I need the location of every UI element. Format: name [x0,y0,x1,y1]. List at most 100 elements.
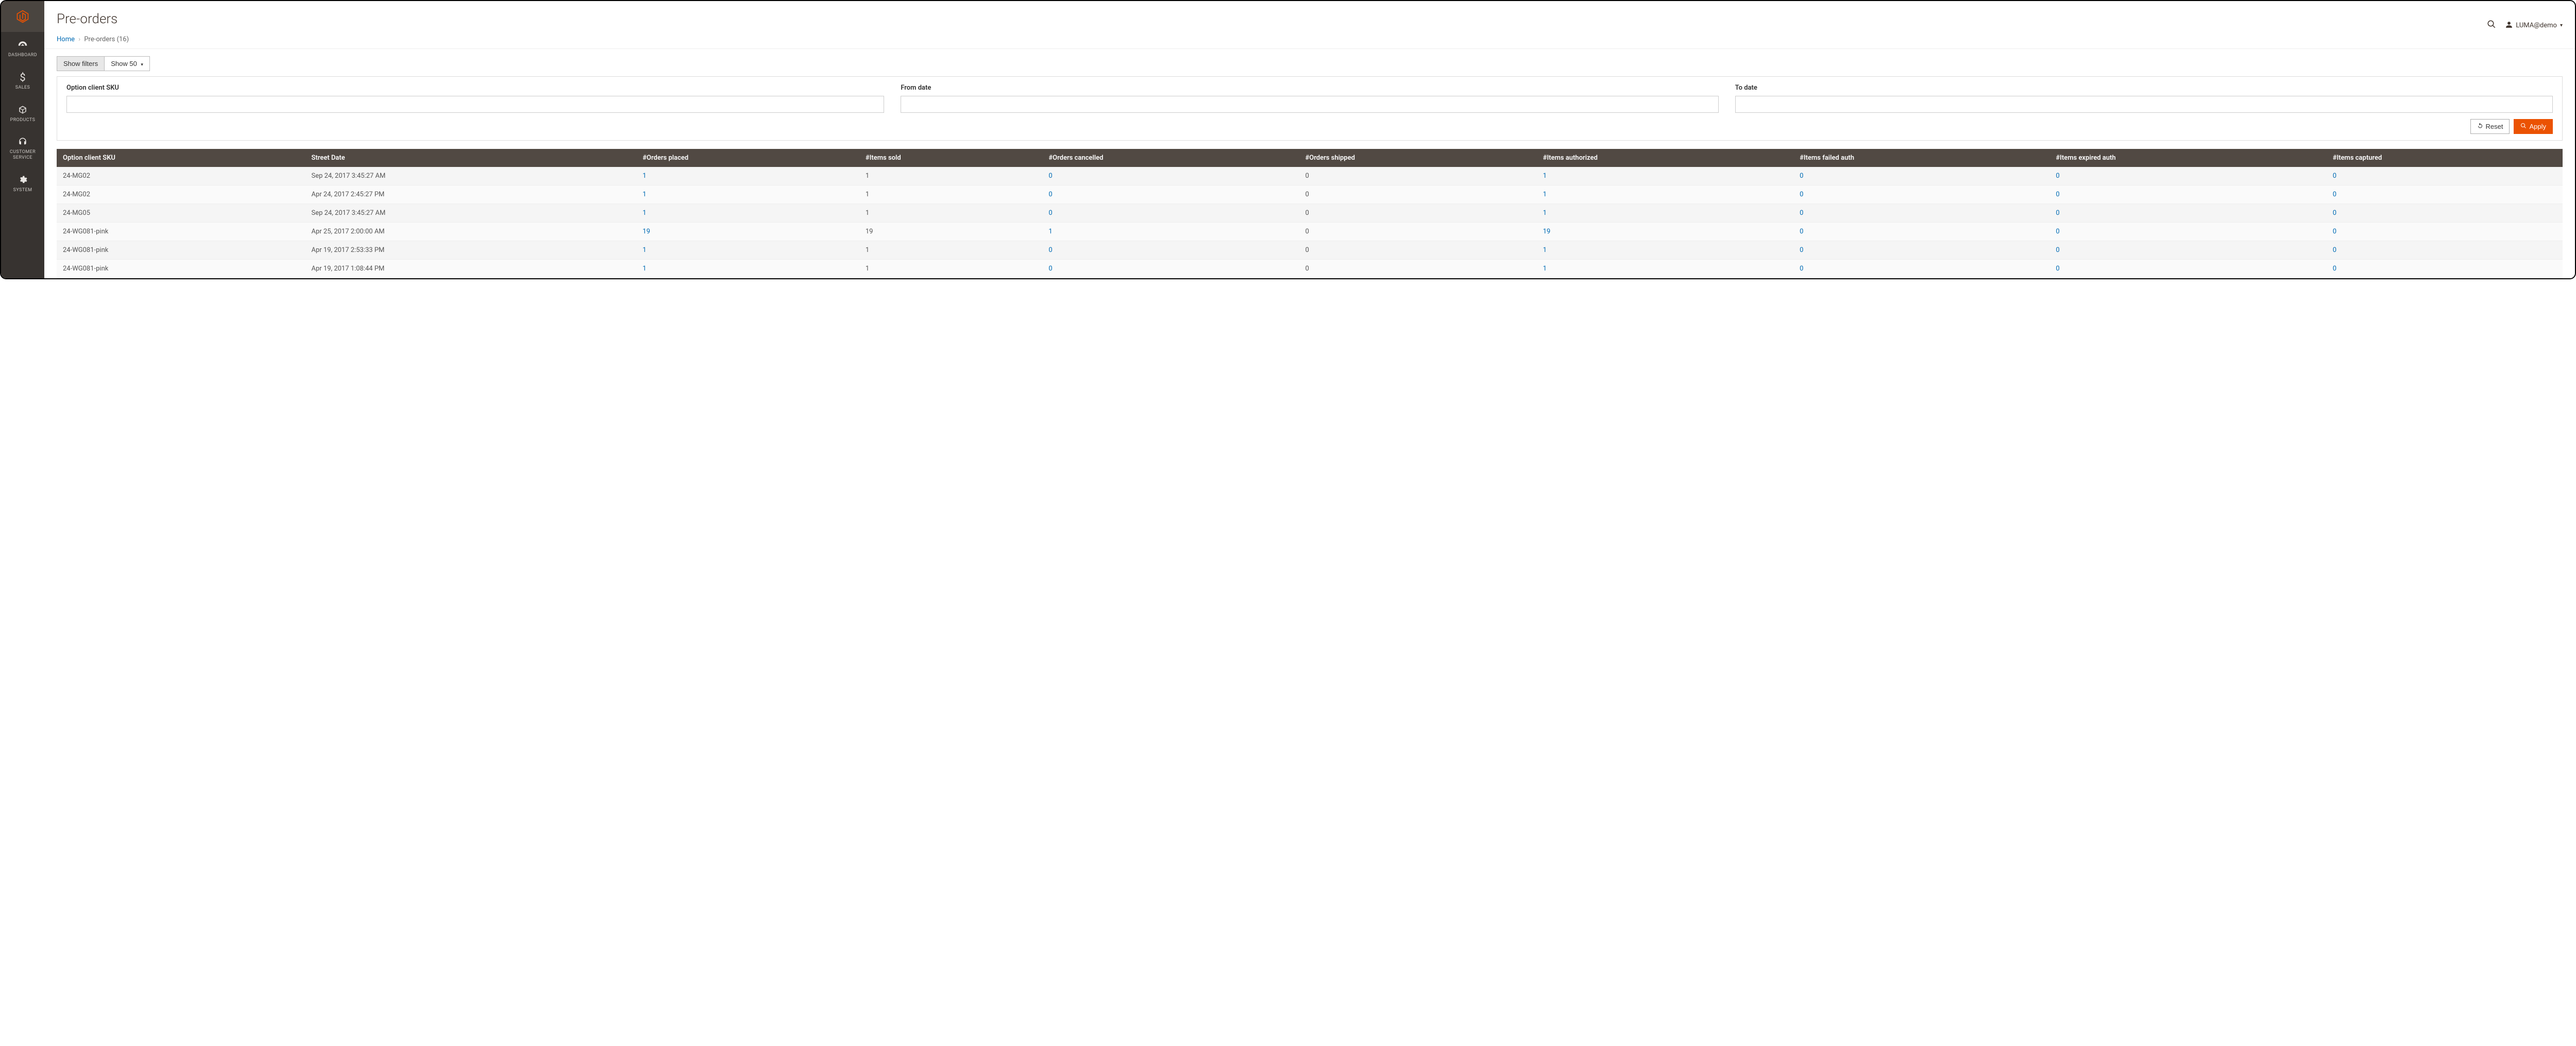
sidebar: DASHBOARD $ SALES PRODUCTS CUSTOMER SERV… [1,1,44,278]
sidebar-item-customer-service[interactable]: CUSTOMER SERVICE [1,129,44,167]
caret-down-icon: ▾ [141,62,143,67]
table-row[interactable]: 24-MG05Sep 24, 2017 3:45:27 AM11001000 [57,204,2563,223]
cell-items-captured[interactable]: 0 [2327,223,2563,241]
table-row[interactable]: 24-MG02Sep 24, 2017 3:45:27 AM11001000 [57,167,2563,185]
cell-orders-shipped: 0 [1299,185,1536,204]
cell-items-failed[interactable]: 0 [1793,241,2049,260]
cell-sku: 24-WG081-pink [57,260,305,278]
cell-orders-placed[interactable]: 1 [636,260,859,278]
col-orders-cancelled[interactable]: #Orders cancelled [1042,149,1299,167]
col-items-captured[interactable]: #Items captured [2327,149,2563,167]
cell-items-expired[interactable]: 0 [2049,241,2326,260]
breadcrumb: Home › Pre-orders (16) [44,36,2575,49]
header-actions: LUMA@demo ▾ [2487,20,2563,31]
cell-sku: 24-WG081-pink [57,241,305,260]
cell-items-authorized[interactable]: 1 [1537,185,1793,204]
cell-street-date: Apr 25, 2017 2:00:00 AM [305,223,636,241]
table-body: 24-MG02Sep 24, 2017 3:45:27 AM1100100024… [57,167,2563,278]
cell-items-failed[interactable]: 0 [1793,204,2049,223]
cell-items-expired[interactable]: 0 [2049,204,2326,223]
filter-sku-input[interactable] [66,96,884,113]
cell-items-failed[interactable]: 0 [1793,260,2049,278]
cell-items-sold: 1 [859,241,1042,260]
cell-orders-placed[interactable]: 1 [636,204,859,223]
col-orders-shipped[interactable]: #Orders shipped [1299,149,1536,167]
cell-items-sold: 19 [859,223,1042,241]
cell-items-expired[interactable]: 0 [2049,223,2326,241]
col-sku[interactable]: Option client SKU [57,149,305,167]
cell-items-expired[interactable]: 0 [2049,260,2326,278]
cell-items-captured[interactable]: 0 [2327,185,2563,204]
cell-items-authorized[interactable]: 1 [1537,260,1793,278]
cell-orders-cancelled[interactable]: 0 [1042,260,1299,278]
cell-orders-cancelled[interactable]: 0 [1042,167,1299,185]
table-row[interactable]: 24-MG02Apr 24, 2017 2:45:27 PM11001000 [57,185,2563,204]
show-filters-button[interactable]: Show filters [57,56,104,71]
table-row[interactable]: 24-WG081-pinkApr 19, 2017 2:53:33 PM1100… [57,241,2563,260]
cell-sku: 24-MG02 [57,167,305,185]
col-items-expired[interactable]: #Items expired auth [2049,149,2326,167]
sidebar-item-label: DASHBOARD [8,53,37,58]
cell-items-authorized[interactable]: 1 [1537,204,1793,223]
col-orders-placed[interactable]: #Orders placed [636,149,859,167]
cell-orders-placed[interactable]: 1 [636,241,859,260]
headset-icon [18,136,27,147]
reset-button[interactable]: Reset [2470,119,2510,134]
app-frame: DASHBOARD $ SALES PRODUCTS CUSTOMER SERV… [0,0,2576,279]
cell-items-captured[interactable]: 0 [2327,167,2563,185]
cell-orders-shipped: 0 [1299,167,1536,185]
cell-street-date: Apr 19, 2017 1:08:44 PM [305,260,636,278]
filter-to-label: To date [1735,84,2553,92]
col-items-sold[interactable]: #Items sold [859,149,1042,167]
sidebar-item-system[interactable]: SYSTEM [1,167,44,199]
cell-items-authorized[interactable]: 1 [1537,241,1793,260]
page-header: Pre-orders LUMA@demo ▾ [44,1,2575,36]
filter-sku: Option client SKU [66,84,884,113]
cell-orders-shipped: 0 [1299,223,1536,241]
cell-orders-cancelled[interactable]: 0 [1042,241,1299,260]
preorders-table: Option client SKU Street Date #Orders pl… [57,149,2563,278]
cell-orders-placed[interactable]: 1 [636,185,859,204]
filter-from-label: From date [901,84,1718,92]
filter-from-input[interactable] [901,96,1718,113]
breadcrumb-home[interactable]: Home [57,36,75,43]
user-menu[interactable]: LUMA@demo ▾ [2505,21,2563,30]
sidebar-item-label: CUSTOMER SERVICE [3,149,42,161]
cell-items-captured[interactable]: 0 [2327,260,2563,278]
cell-items-failed[interactable]: 0 [1793,167,2049,185]
cell-items-authorized[interactable]: 1 [1537,167,1793,185]
cell-orders-placed[interactable]: 1 [636,167,859,185]
filter-panel: Option client SKU From date To date [57,76,2563,141]
cell-orders-placed[interactable]: 19 [636,223,859,241]
table-row[interactable]: 24-WG081-pinkApr 25, 2017 2:00:00 AM1919… [57,223,2563,241]
cell-items-captured[interactable]: 0 [2327,204,2563,223]
cell-items-failed[interactable]: 0 [1793,223,2049,241]
filter-actions: Reset Apply [66,119,2553,134]
cell-items-authorized[interactable]: 19 [1537,223,1793,241]
cell-orders-cancelled[interactable]: 0 [1042,204,1299,223]
col-items-authorized[interactable]: #Items authorized [1537,149,1793,167]
apply-button[interactable]: Apply [2514,119,2553,134]
cell-items-expired[interactable]: 0 [2049,185,2326,204]
table-row[interactable]: 24-WG081-pinkApr 19, 2017 1:08:44 PM1100… [57,260,2563,278]
sidebar-item-products[interactable]: PRODUCTS [1,97,44,129]
page-size-button[interactable]: Show 50 ▾ [104,56,150,71]
filter-sku-label: Option client SKU [66,84,884,92]
cube-icon [18,104,27,115]
col-items-failed[interactable]: #Items failed auth [1793,149,2049,167]
sidebar-item-sales[interactable]: $ SALES [1,64,44,97]
cell-orders-cancelled[interactable]: 1 [1042,223,1299,241]
cell-orders-cancelled[interactable]: 0 [1042,185,1299,204]
search-icon[interactable] [2487,20,2496,31]
col-street-date[interactable]: Street Date [305,149,636,167]
filter-to-input[interactable] [1735,96,2553,113]
gear-icon [18,174,27,185]
cell-orders-shipped: 0 [1299,204,1536,223]
sidebar-item-dashboard[interactable]: DASHBOARD [1,32,44,64]
cell-items-failed[interactable]: 0 [1793,185,2049,204]
sidebar-item-label: SYSTEM [13,188,32,193]
cell-items-captured[interactable]: 0 [2327,241,2563,260]
cell-sku: 24-WG081-pink [57,223,305,241]
cell-items-expired[interactable]: 0 [2049,167,2326,185]
brand-logo[interactable] [1,1,44,32]
